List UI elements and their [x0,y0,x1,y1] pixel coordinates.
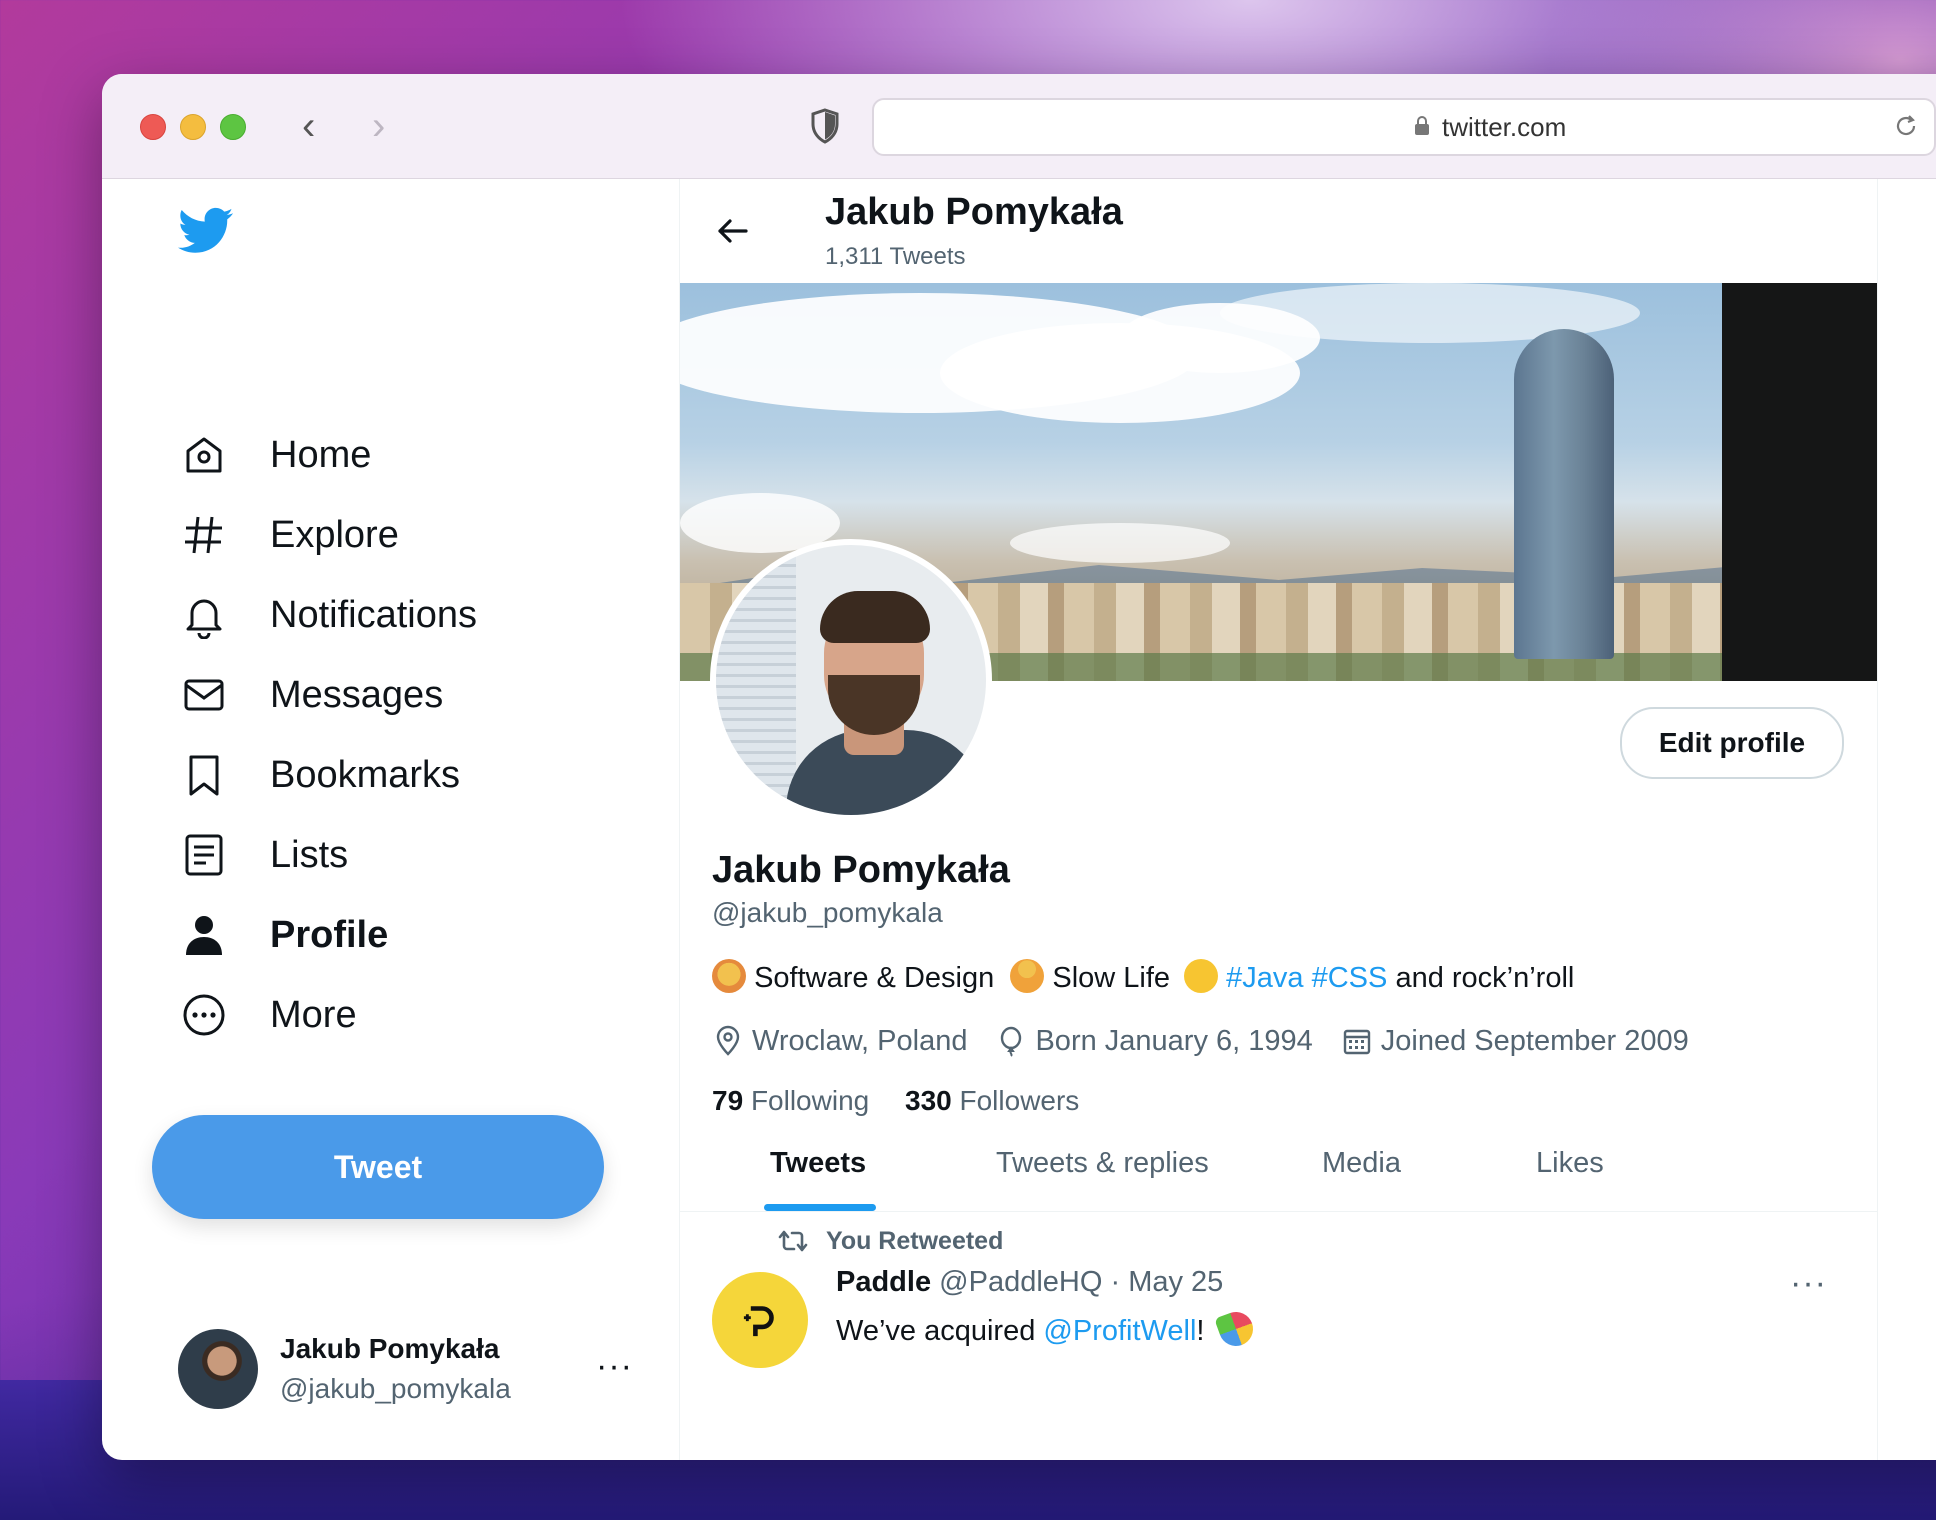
profile-bio: Software & Design Slow Life #Java #CSS a… [712,959,1574,995]
bio-text: Slow Life [1052,962,1171,994]
url-text: twitter.com [1442,112,1567,142]
tweet-text: We’ve acquired @ProfitWell! [836,1307,1258,1351]
twitter-logo-icon[interactable] [178,207,234,255]
bookmark-icon [189,755,219,796]
person-icon [186,916,222,955]
tweet-button[interactable]: Tweet [152,1115,604,1219]
profile-meta: Wroclaw, Poland Born January 6, 1994 Joi… [712,1021,1717,1061]
tweet-date[interactable]: May 25 [1128,1266,1223,1298]
browser-toolbar: ‹ › twitter.com [102,74,1936,179]
page-content: Home Explore Notifications Messages Book… [102,179,1936,1460]
sidebar-item-label: Profile [270,913,389,956]
bio-text: Software & Design [754,962,995,994]
profile-column: Jakub Pomykała 1,311 Tweets Edit profile… [679,179,1878,1460]
sidebar-item-label: Explore [270,513,399,556]
mention-link[interactable]: @ProfitWell [1043,1315,1196,1347]
tweet-author-handle[interactable]: @PaddleHQ [939,1266,1102,1298]
calendar-icon [1343,1029,1370,1055]
sidebar-item-bookmarks[interactable]: Bookmarks [180,745,460,805]
hashtag-link[interactable]: #Java [1226,962,1303,994]
tweet-header: Paddle @PaddleHQ · May 25 [836,1266,1224,1298]
browser-forward-button[interactable]: › [372,102,385,150]
zany-face-emoji-icon [1184,959,1219,993]
lock-icon [1415,116,1429,135]
retweet-icon [778,1230,808,1252]
tweet-author-name[interactable]: Paddle [836,1266,931,1298]
account-handle: @jakub_pomykala [280,1373,511,1404]
sidebar-item-label: Bookmarks [270,753,461,796]
location-pin-icon [716,1025,740,1056]
sidebar-item-label: Messages [270,673,444,716]
profile-handle: @jakub_pomykala [712,897,943,928]
tweet-more-icon[interactable]: ··· [1790,1264,1827,1303]
location: Wroclaw, Poland [712,1025,967,1058]
privacy-shield-icon[interactable] [810,108,840,144]
active-tab-indicator [764,1204,876,1211]
home-icon [186,437,222,473]
account-switcher[interactable]: Jakub Pomykała @jakub_pomykala ··· [178,1329,648,1413]
account-more-icon[interactable]: ··· [596,1347,633,1386]
tab-likes[interactable]: Likes [1536,1147,1604,1180]
tab-tweets[interactable]: Tweets [770,1147,866,1180]
edit-profile-button[interactable]: Edit profile [1620,707,1844,779]
list-icon [185,834,223,876]
join-date: Joined September 2009 [1341,1025,1689,1058]
hashtag-link[interactable]: #CSS [1312,962,1388,994]
sidebar-item-lists[interactable]: Lists [180,825,348,885]
sidebar-item-messages[interactable]: Messages [180,665,443,725]
sidebar: Home Explore Notifications Messages Book… [102,179,678,1460]
minimize-window-button[interactable] [180,114,206,140]
technologist-emoji-icon [712,959,746,993]
followers-link[interactable]: 330 Followers [905,1085,1079,1116]
lotus-position-emoji-icon [1010,959,1045,993]
tab-media[interactable]: Media [1322,1147,1401,1180]
paddle-logo-icon [743,1306,774,1337]
tab-tweets-replies[interactable]: Tweets & replies [996,1147,1209,1180]
profile-header-bar: Jakub Pomykała 1,311 Tweets [680,179,1877,283]
avatar [178,1329,258,1409]
tweet-item[interactable]: You Retweeted Paddle @PaddleHQ · May 25 … [680,1212,1877,1460]
sidebar-item-label: Lists [270,833,349,876]
profile-tabs: Tweets Tweets & replies Media Likes [680,1127,1877,1212]
paddle-avatar[interactable] [712,1272,808,1368]
browser-back-button[interactable]: ‹ [302,102,315,150]
sidebar-item-home[interactable]: Home [180,425,371,485]
retweet-indicator: You Retweeted [776,1226,1003,1256]
header-tweet-count: 1,311 Tweets [825,243,966,270]
back-arrow-icon[interactable] [714,213,750,249]
header-name: Jakub Pomykała [825,191,1123,233]
profile-avatar[interactable] [710,539,992,821]
hashtag-icon [185,516,222,554]
birthday: Born January 6, 1994 [995,1025,1313,1058]
sidebar-item-profile[interactable]: Profile [180,905,388,965]
sidebar-item-notifications[interactable]: Notifications [180,585,477,645]
more-circle-icon [183,994,225,1036]
browser-window: ‹ › twitter.com Home Explore Notificatio… [102,74,1936,1460]
close-window-button[interactable] [140,114,166,140]
sidebar-item-label: Home [270,433,372,476]
address-bar[interactable]: twitter.com [872,98,1936,156]
follow-stats: 79 Following 330 Followers [712,1085,1079,1117]
mail-icon [184,679,224,711]
profile-name: Jakub Pomykała [712,849,1010,891]
sidebar-item-label: Notifications [270,593,477,636]
zoom-window-button[interactable] [220,114,246,140]
sidebar-item-explore[interactable]: Explore [180,505,399,565]
account-name: Jakub Pomykała [280,1333,500,1364]
party-popper-emoji-icon [1213,1307,1258,1351]
bio-text: and rock’n’roll [1395,962,1575,994]
reload-icon[interactable] [1892,112,1920,140]
sidebar-item-more[interactable]: More [180,985,357,1045]
balloon-icon [1001,1026,1022,1057]
following-link[interactable]: 79 Following [712,1085,869,1116]
sidebar-item-label: More [270,993,357,1036]
bell-icon [186,599,222,639]
